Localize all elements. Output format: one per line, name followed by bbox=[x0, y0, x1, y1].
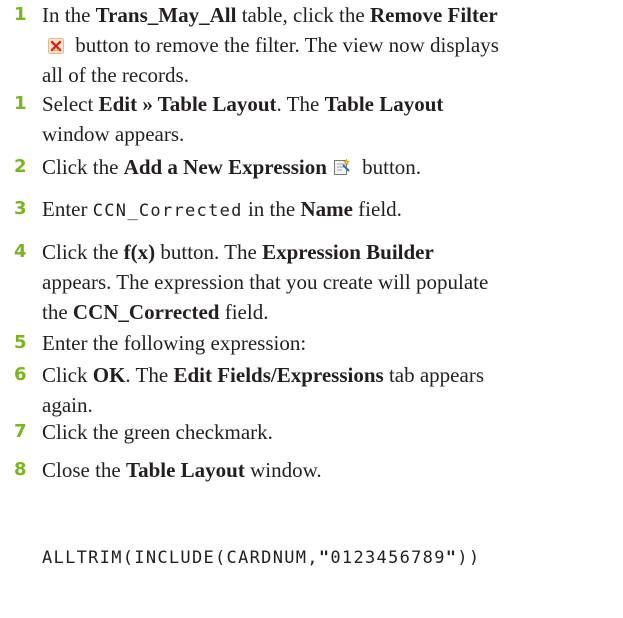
add-expression-icon bbox=[333, 154, 351, 184]
step-text: Enter bbox=[42, 197, 93, 221]
step-text-line: the CCN_Corrected field. bbox=[42, 297, 612, 327]
ui-term: Expression Builder bbox=[262, 240, 434, 264]
step-number: 7 bbox=[14, 421, 27, 442]
step-text: appears. The expression that you create … bbox=[42, 270, 489, 294]
step-text: window appears. bbox=[42, 122, 185, 146]
step-text: field. bbox=[352, 197, 402, 221]
step-number: 1 bbox=[14, 93, 27, 114]
step-text-line: Click the green checkmark. bbox=[42, 417, 612, 447]
instructions-page: 1 In the Trans_May_All table, click the R… bbox=[0, 0, 623, 618]
ui-term: Add a New Expression bbox=[123, 155, 327, 179]
step-text-line: In the Trans_May_All table, click the Re… bbox=[42, 0, 612, 30]
step-text-line: Enter the following expression: bbox=[42, 328, 612, 358]
step-text-line: Select Edit » Table Layout. The Table La… bbox=[42, 89, 612, 119]
ui-term: f(x) bbox=[123, 240, 156, 264]
ui-term: Trans_May_All bbox=[95, 3, 237, 27]
step-number: 4 bbox=[14, 241, 27, 262]
step-text-line: button to remove the filter. The view no… bbox=[42, 30, 612, 62]
step-text: Close the bbox=[42, 458, 126, 482]
step-text: Click the bbox=[42, 155, 124, 179]
step-text: . The bbox=[125, 363, 174, 387]
ui-term: OK bbox=[92, 363, 126, 387]
step-number: 1 bbox=[14, 4, 27, 25]
step-text: all of the records. bbox=[42, 63, 189, 87]
step-text-line: Click the f(x) button. The Expression Bu… bbox=[42, 237, 612, 267]
step-text: table, click the bbox=[236, 3, 370, 27]
ui-term: Table Layout bbox=[324, 92, 444, 116]
ui-term: Edit » Table Layout bbox=[98, 92, 277, 116]
step-text: In the bbox=[42, 3, 96, 27]
expression-suffix: )) bbox=[457, 548, 481, 568]
step-text: window. bbox=[244, 458, 322, 482]
expression-code: ALLTRIM(INCLUDE(CARDNUM,"0123456789")) bbox=[42, 543, 480, 573]
step-number: 6 bbox=[14, 364, 27, 385]
step-text-line: Enter CCN_Corrected in the Name field. bbox=[42, 194, 612, 226]
step-text: button. bbox=[356, 155, 422, 179]
step-text-line: Click OK. The Edit Fields/Expressions ta… bbox=[42, 360, 612, 390]
step-text: Enter the following expression: bbox=[42, 331, 307, 355]
step-text-line: Click the Add a New Expression button. bbox=[42, 152, 612, 184]
step-number: 3 bbox=[14, 198, 27, 219]
expression-quote-close: " bbox=[445, 548, 458, 568]
step-text: button. The bbox=[155, 240, 263, 264]
step-text: in the bbox=[242, 197, 301, 221]
step-number: 8 bbox=[14, 459, 27, 480]
step-text: . The bbox=[276, 92, 325, 116]
step-text-line: all of the records. bbox=[42, 60, 612, 90]
step-text: the bbox=[42, 300, 73, 324]
step-number: 2 bbox=[14, 156, 27, 177]
ui-term: Name bbox=[300, 197, 353, 221]
step-text: Click bbox=[42, 363, 93, 387]
remove-filter-icon bbox=[48, 32, 64, 62]
step-text-line: Close the Table Layout window. bbox=[42, 455, 612, 485]
step-text-line: window appears. bbox=[42, 119, 612, 149]
step-text-line: again. bbox=[42, 390, 612, 420]
step-text: Select bbox=[42, 92, 99, 116]
step-text: tab appears bbox=[383, 363, 484, 387]
step-text: button to remove the filter. The view no… bbox=[70, 33, 499, 57]
step-number: 5 bbox=[14, 332, 27, 353]
step-text: Click the green checkmark. bbox=[42, 420, 273, 444]
step-text: again. bbox=[42, 393, 93, 417]
expression-prefix: ALLTRIM(INCLUDE(CARDNUM, bbox=[42, 548, 319, 568]
ui-term: CCN_Corrected bbox=[72, 300, 220, 324]
step-text: field. bbox=[219, 300, 269, 324]
ui-term: Remove Filter bbox=[369, 3, 498, 27]
field-name-code: CCN_Corrected bbox=[92, 201, 243, 221]
step-text-line: appears. The expression that you create … bbox=[42, 267, 612, 297]
expression-quote-open: " bbox=[318, 548, 331, 568]
ui-term: Table Layout bbox=[126, 458, 245, 482]
step-text: Click the bbox=[42, 240, 124, 264]
ui-term: Edit Fields/Expressions bbox=[173, 363, 384, 387]
expression-digits: 0123456789 bbox=[330, 548, 446, 568]
